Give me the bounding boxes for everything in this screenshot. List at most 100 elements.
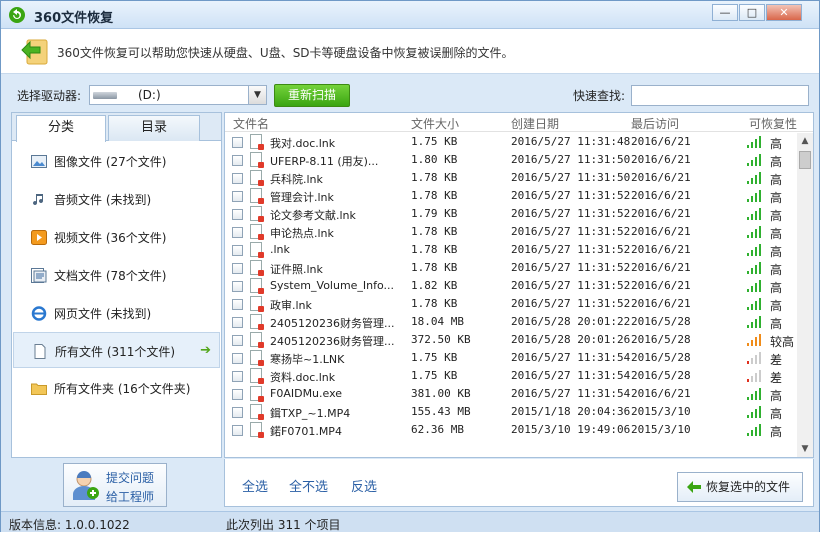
table-row[interactable]: 申论热点.lnk 1.78 KB 2016/5/27 11:31:52 2016/6/…: [225, 223, 797, 241]
select-all-link[interactable]: 全选: [242, 476, 268, 495]
contact-engineer-button[interactable]: 提交问题 给工程师: [63, 463, 167, 507]
signal-bars-icon: [747, 406, 763, 418]
title-bar[interactable]: 360文件恢复 — □ ✕: [1, 1, 819, 29]
drive-select[interactable]: (D:) ▼: [89, 85, 267, 105]
minimize-button[interactable]: —: [712, 4, 738, 21]
version-info: 版本信息: 1.0.0.1022: [9, 518, 130, 532]
table-row[interactable]: 证件照.lnk 1.78 KB 2016/5/27 11:31:52 2016/6/2…: [225, 259, 797, 277]
file-name: 2405120236财务管理...: [270, 335, 395, 348]
created-date: 2016/5/27 11:31:54: [511, 387, 631, 400]
table-row[interactable]: 2405120236财务管理... 372.50 KB 2016/5/28 20:0…: [225, 331, 797, 349]
table-row[interactable]: 鍩F0701.MP4 62.36 MB 2015/3/10 19:49:06 2015…: [225, 421, 797, 439]
file-name: 申论热点.lnk: [270, 227, 334, 240]
table-row[interactable]: 兵科院.lnk 1.78 KB 2016/5/27 11:31:50 2016/6/2…: [225, 169, 797, 187]
row-checkbox[interactable]: [232, 191, 243, 202]
table-row[interactable]: 政审.lnk 1.78 KB 2016/5/27 11:31:52 2016/6/21…: [225, 295, 797, 313]
row-checkbox[interactable]: [232, 371, 243, 382]
table-row[interactable]: 2405120236财务管理... 18.04 MB 2016/5/28 20:01…: [225, 313, 797, 331]
file-name: 论文参考文献.lnk: [270, 209, 356, 222]
recover-selected-button[interactable]: 恢复选中的文件: [677, 472, 803, 502]
row-checkbox[interactable]: [232, 335, 243, 346]
recoverability: 高: [770, 425, 783, 439]
row-checkbox[interactable]: [232, 227, 243, 238]
panel-tabs: 分类 目录: [12, 113, 221, 142]
created-date: 2016/5/27 11:31:52: [511, 297, 631, 310]
table-row[interactable]: 资料.doc.lnk 1.75 KB 2016/5/27 11:31:54 2016/…: [225, 367, 797, 385]
created-date: 2016/5/27 11:31:52: [511, 261, 631, 274]
created-date: 2016/5/27 11:31:48: [511, 135, 631, 148]
deleted-file-icon: [250, 368, 264, 384]
file-name: 兵科院.lnk: [270, 173, 323, 186]
accessed-date: 2016/6/21: [631, 153, 691, 166]
file-size: 372.50 KB: [411, 333, 471, 346]
rescan-button[interactable]: 重新扫描: [274, 84, 350, 107]
row-checkbox[interactable]: [232, 407, 243, 418]
category-audio[interactable]: 音频文件 (未找到): [13, 181, 220, 217]
vertical-scrollbar[interactable]: ▲ ▼: [797, 133, 813, 457]
table-row[interactable]: 论文参考文献.lnk 1.79 KB 2016/5/27 11:31:52 2016/…: [225, 205, 797, 223]
row-checkbox[interactable]: [232, 299, 243, 310]
scroll-thumb[interactable]: [799, 151, 811, 169]
header-recover[interactable]: 可恢复性: [749, 115, 797, 132]
category-web[interactable]: 网页文件 (未找到): [13, 295, 220, 331]
row-checkbox[interactable]: [232, 281, 243, 292]
file-name: 鍓TXP_~1.MP4: [270, 407, 351, 420]
drive-value: (D:): [138, 88, 161, 102]
status-bar: 版本信息: 1.0.0.1022 此次列出 311 个项目: [1, 511, 819, 532]
table-row[interactable]: 寒扬毕~1.LNK 1.75 KB 2016/5/27 11:31:54 2016/5…: [225, 349, 797, 367]
maximize-button[interactable]: □: [739, 4, 765, 21]
table-row[interactable]: F0AIDMu.exe 381.00 KB 2016/5/27 11:31:54 20…: [225, 385, 797, 403]
select-none-link[interactable]: 全不选: [289, 476, 328, 495]
header-size[interactable]: 文件大小: [411, 115, 459, 132]
row-checkbox[interactable]: [232, 137, 243, 148]
row-checkbox[interactable]: [232, 245, 243, 256]
chevron-down-icon[interactable]: ▼: [248, 86, 266, 104]
banner-text: 360文件恢复可以帮助您快速从硬盘、U盘、SD卡等硬盘设备中恢复被误删除的文件。: [57, 46, 514, 60]
row-checkbox[interactable]: [232, 353, 243, 364]
tab-category[interactable]: 分类: [16, 115, 106, 142]
deleted-file-icon: [250, 314, 264, 330]
file-list-panel: 文件名 文件大小 创建日期 最后访问 可恢复性 我对.doc.lnk 1.75 K…: [224, 112, 814, 458]
row-checkbox[interactable]: [232, 389, 243, 400]
recoverability: 高: [770, 137, 783, 151]
signal-bars-icon: [747, 136, 763, 148]
signal-bars-icon: [747, 424, 763, 436]
category-video[interactable]: 视频文件 (36个文件): [13, 219, 220, 255]
row-checkbox[interactable]: [232, 425, 243, 436]
row-checkbox[interactable]: [232, 263, 243, 274]
category-documents[interactable]: 文档文件 (78个文件): [13, 257, 220, 293]
image-icon: [31, 155, 47, 168]
category-all-files[interactable]: 所有文件 (311个文件) ➔: [13, 332, 220, 368]
search-label: 快速查找:: [573, 89, 626, 103]
header-accessed[interactable]: 最后访问: [631, 115, 679, 132]
scroll-down-icon[interactable]: ▼: [797, 441, 813, 457]
accessed-date: 2016/6/21: [631, 261, 691, 274]
close-button[interactable]: ✕: [766, 4, 802, 21]
row-checkbox[interactable]: [232, 173, 243, 184]
table-row[interactable]: System_Volume_Info... 1.82 KB 2016/5/27 11…: [225, 277, 797, 295]
header-created[interactable]: 创建日期: [511, 115, 559, 132]
table-row[interactable]: .lnk 1.78 KB 2016/5/27 11:31:52 2016/6/21 高: [225, 241, 797, 259]
drive-label: 选择驱动器:: [17, 89, 82, 103]
invert-selection-link[interactable]: 反选: [351, 476, 377, 495]
tab-directory[interactable]: 目录: [108, 115, 200, 141]
category-images[interactable]: 图像文件 (27个文件): [13, 143, 220, 179]
table-row[interactable]: 鍓TXP_~1.MP4 155.43 MB 2015/1/18 20:04:36 20…: [225, 403, 797, 421]
scroll-up-icon[interactable]: ▲: [797, 133, 813, 149]
row-checkbox[interactable]: [232, 317, 243, 328]
created-date: 2016/5/27 11:31:54: [511, 351, 631, 364]
deleted-file-icon: [250, 134, 264, 150]
category-all-folders[interactable]: 所有文件夹 (16个文件夹): [13, 370, 220, 406]
signal-bars-icon: [747, 190, 763, 202]
table-row[interactable]: 我对.doc.lnk 1.75 KB 2016/5/27 11:31:48 2016/…: [225, 133, 797, 151]
file-name: 2405120236财务管理...: [270, 317, 395, 330]
table-row[interactable]: UFERP-8.11 (用友)... 1.80 KB 2016/5/27 11:31…: [225, 151, 797, 169]
row-checkbox[interactable]: [232, 209, 243, 220]
table-row[interactable]: 管理会计.lnk 1.78 KB 2016/5/27 11:31:52 2016/6/…: [225, 187, 797, 205]
signal-bars-icon: [747, 208, 763, 220]
header-name[interactable]: 文件名: [233, 115, 269, 132]
created-date: 2016/5/27 11:31:50: [511, 153, 631, 166]
search-input[interactable]: [631, 85, 809, 106]
row-checkbox[interactable]: [232, 155, 243, 166]
file-size: 1.78 KB: [411, 171, 458, 184]
